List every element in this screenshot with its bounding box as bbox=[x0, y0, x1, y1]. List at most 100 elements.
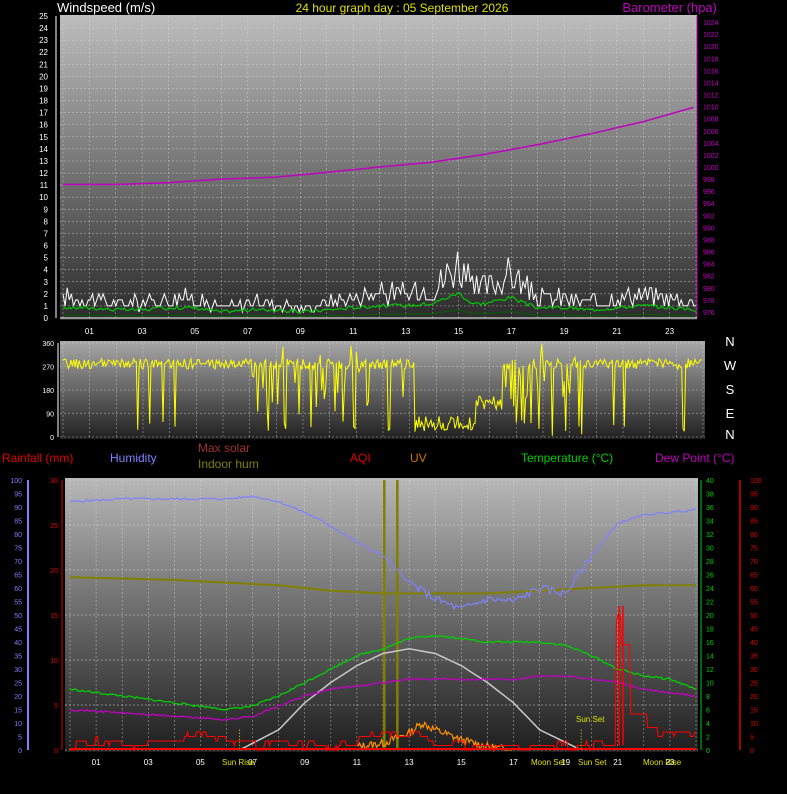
hour-tick-label: 01 bbox=[92, 758, 101, 767]
barometer-tick-label: 1004 bbox=[703, 141, 719, 148]
wind-tick-label: 14 bbox=[39, 145, 48, 154]
rainfall-tick-label: 0 bbox=[54, 748, 58, 755]
legend-humidity: Humidity bbox=[110, 451, 157, 465]
barometer-title: Barometer (hpa) bbox=[622, 0, 717, 15]
barometer-tick-label: 1020 bbox=[703, 44, 719, 51]
aqi-tick-label: 5 bbox=[750, 735, 754, 742]
hour-tick-label: 03 bbox=[138, 327, 147, 336]
barometer-tick-label: 1010 bbox=[703, 105, 719, 112]
aqi-tick-label: 30 bbox=[750, 667, 758, 674]
windspeed-title: Windspeed (m/s) bbox=[57, 0, 155, 15]
temperature-tick-label: 18 bbox=[706, 627, 714, 634]
hour-tick-label: 05 bbox=[190, 327, 199, 336]
legend-rainfall: Rainfall (mm) bbox=[2, 451, 73, 465]
barometer-tick-label: 990 bbox=[703, 225, 715, 232]
hour-tick-label: 11 bbox=[353, 758, 362, 767]
temperature-tick-label: 20 bbox=[706, 613, 714, 620]
hour-tick-label: 11 bbox=[349, 327, 358, 336]
hour-tick-label: 13 bbox=[405, 758, 414, 767]
aqi-tick-label: 75 bbox=[750, 546, 758, 553]
aqi-tick-label: 95 bbox=[750, 492, 758, 499]
weather-graph: Windspeed (m/s) 24 hour graph day : 05 S… bbox=[0, 0, 787, 767]
wind-tick-label: 3 bbox=[44, 278, 49, 287]
aqi-tick-label: 45 bbox=[750, 627, 758, 634]
compass-label: S bbox=[726, 382, 735, 397]
barometer-tick-label: 1014 bbox=[703, 80, 719, 87]
barometer-tick-label: 1006 bbox=[703, 129, 719, 136]
aqi-tick-label: 40 bbox=[750, 640, 758, 647]
wind-tick-label: 23 bbox=[39, 36, 48, 45]
temperature-tick-label: 2 bbox=[706, 735, 710, 742]
temperature-tick-label: 16 bbox=[706, 640, 714, 647]
wind-tick-label: 4 bbox=[44, 266, 49, 275]
wind-tick-label: 2 bbox=[44, 290, 49, 299]
barometer-tick-label: 976 bbox=[703, 310, 715, 317]
compass-label: E bbox=[726, 406, 735, 421]
hour-tick-label: 15 bbox=[457, 758, 466, 767]
wind-tick-label: 9 bbox=[44, 205, 49, 214]
hour-tick-label: 21 bbox=[612, 327, 621, 336]
direction-tick-label: 270 bbox=[42, 365, 54, 372]
barometer-tick-label: 982 bbox=[703, 274, 715, 281]
wind-tick-label: 6 bbox=[44, 242, 49, 251]
humidity-tick-label: 10 bbox=[14, 721, 22, 728]
wind-tick-label: 20 bbox=[39, 72, 48, 81]
barometer-tick-label: 996 bbox=[703, 189, 715, 196]
aqi-tick-label: 65 bbox=[750, 573, 758, 580]
barometer-tick-label: 994 bbox=[703, 201, 715, 208]
humidity-tick-label: 50 bbox=[14, 613, 22, 620]
humidity-tick-label: 40 bbox=[14, 640, 22, 647]
wind-tick-label: 0 bbox=[44, 314, 49, 323]
hour-tick-label: 19 bbox=[560, 327, 569, 336]
aqi-tick-label: 0 bbox=[750, 748, 754, 755]
temperature-tick-label: 10 bbox=[706, 681, 714, 688]
humidity-tick-label: 30 bbox=[14, 667, 22, 674]
aqi-tick-label: 25 bbox=[750, 681, 758, 688]
hour-tick-label: 09 bbox=[296, 327, 305, 336]
aqi-tick-label: 35 bbox=[750, 654, 758, 661]
aqi-tick-label: 85 bbox=[750, 519, 758, 526]
aqi-tick-label: 80 bbox=[750, 532, 758, 539]
aqi-tick-label: 60 bbox=[750, 586, 758, 593]
temperature-tick-label: 40 bbox=[706, 478, 714, 485]
temperature-tick-label: 30 bbox=[706, 546, 714, 553]
graph-title: 24 hour graph day : 05 September 2026 bbox=[296, 1, 509, 15]
aqi-tick-label: 50 bbox=[750, 613, 758, 620]
aqi-tick-label: 55 bbox=[750, 600, 758, 607]
humidity-tick-label: 85 bbox=[14, 519, 22, 526]
humidity-tick-label: 25 bbox=[14, 681, 22, 688]
hour-tick-label: 17 bbox=[509, 758, 518, 767]
barometer-tick-label: 998 bbox=[703, 177, 715, 184]
moon-set-label: Moon Set bbox=[531, 758, 566, 767]
legend-max-solar: Max solar bbox=[198, 441, 250, 455]
wind-tick-label: 13 bbox=[39, 157, 48, 166]
temperature-tick-label: 28 bbox=[706, 559, 714, 566]
humidity-tick-label: 75 bbox=[14, 546, 22, 553]
barometer-tick-label: 1018 bbox=[703, 56, 719, 63]
temperature-tick-label: 38 bbox=[706, 492, 714, 499]
wind-tick-label: 7 bbox=[44, 229, 49, 238]
wind-tick-label: 25 bbox=[39, 12, 48, 21]
temperature-tick-label: 6 bbox=[706, 708, 710, 715]
direction-tick-label: 90 bbox=[46, 412, 54, 419]
barometer-tick-label: 980 bbox=[703, 286, 715, 293]
hour-tick-label: 03 bbox=[144, 758, 153, 767]
barometer-tick-label: 1012 bbox=[703, 93, 719, 100]
wind-tick-label: 16 bbox=[39, 121, 48, 130]
wind-tick-label: 10 bbox=[39, 193, 48, 202]
humidity-tick-label: 15 bbox=[14, 708, 22, 715]
humidity-tick-label: 55 bbox=[14, 600, 22, 607]
humidity-tick-label: 80 bbox=[14, 532, 22, 539]
aqi-tick-label: 90 bbox=[750, 505, 758, 512]
temperature-tick-label: 8 bbox=[706, 694, 710, 701]
rainfall-tick-label: 25 bbox=[50, 523, 58, 530]
wind-tick-label: 21 bbox=[39, 60, 48, 69]
aqi-tick-label: 10 bbox=[750, 721, 758, 728]
aqi-tick-label: 100 bbox=[750, 478, 762, 485]
aqi-tick-label: 70 bbox=[750, 559, 758, 566]
temperature-tick-label: 14 bbox=[706, 654, 714, 661]
legend-uv: UV bbox=[410, 451, 427, 465]
direction-tick-label: 180 bbox=[42, 388, 54, 395]
barometer-tick-label: 984 bbox=[703, 262, 715, 269]
hour-tick-label: 21 bbox=[613, 758, 622, 767]
